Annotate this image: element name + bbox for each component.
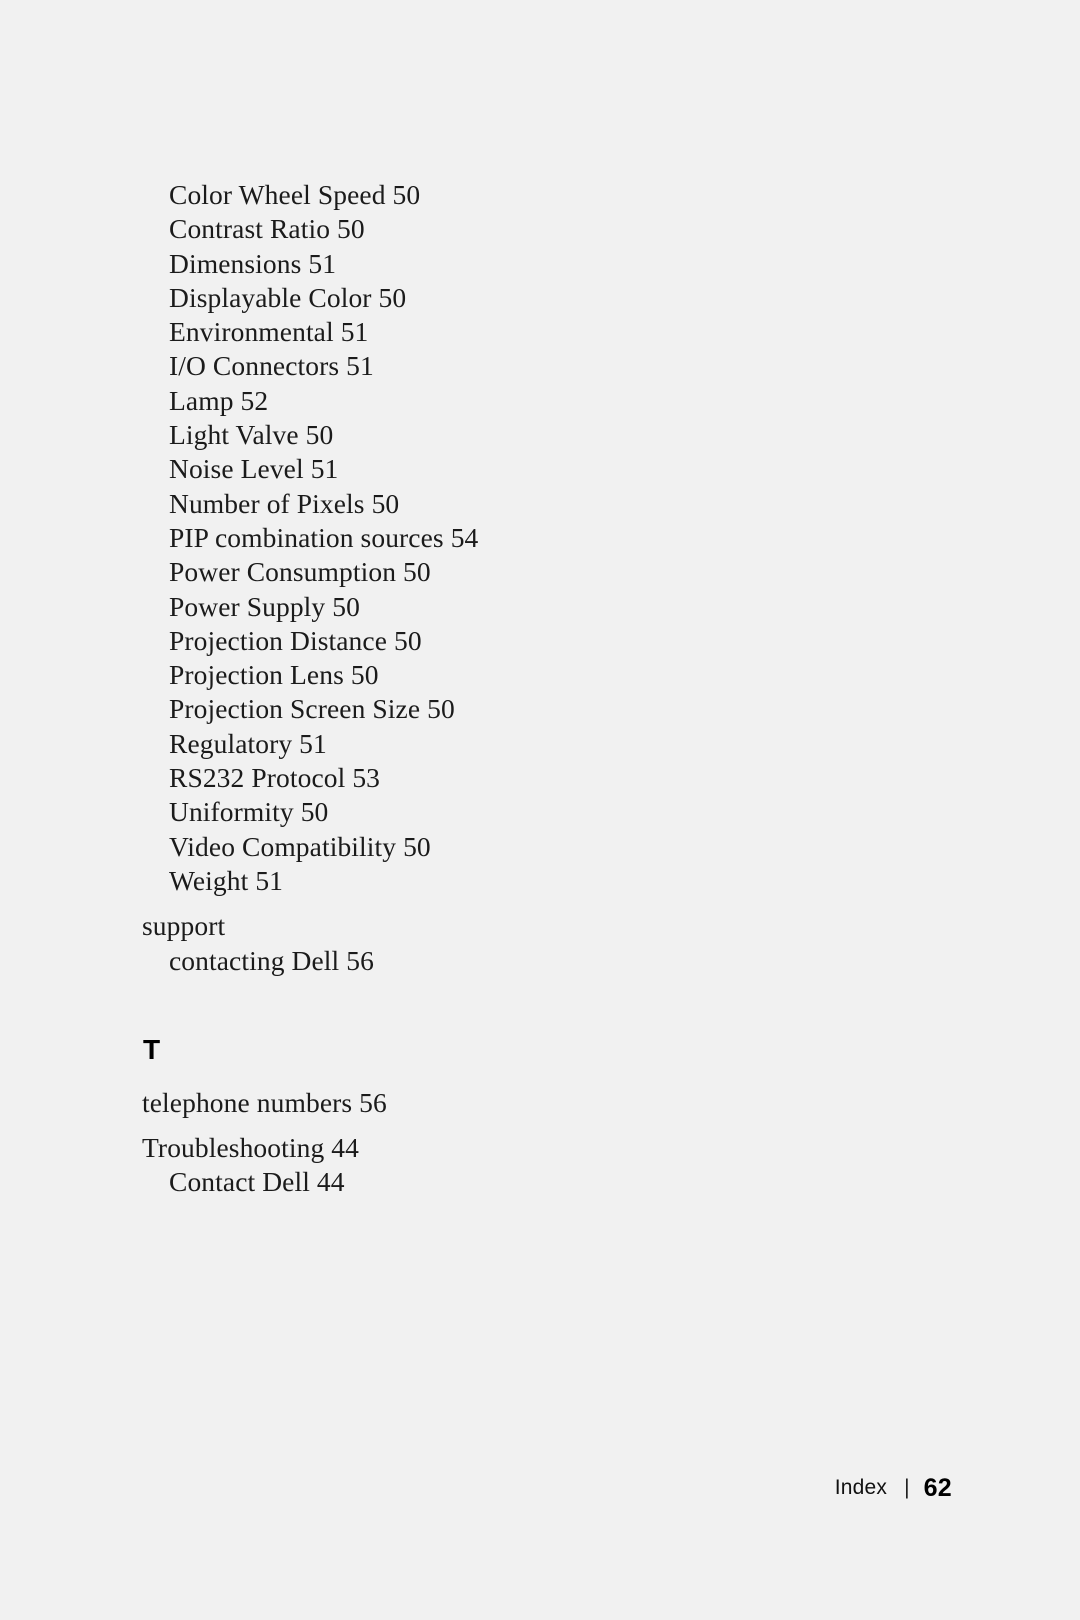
index-entry: Projection Distance 50 — [169, 624, 422, 656]
index-entry: Contrast Ratio 50 — [169, 213, 365, 245]
index-entry: Video Compatibility 50 — [169, 830, 431, 862]
index-entry: Projection Screen Size 50 — [169, 693, 455, 725]
index-entry: Power Consumption 50 — [169, 556, 431, 588]
index-entry: PIP combination sources 54 — [169, 521, 479, 553]
footer-page-number: 62 — [923, 1473, 952, 1502]
index-entry: support — [142, 910, 226, 942]
index-entry: Light Valve 50 — [169, 419, 334, 451]
index-entry: Weight 51 — [169, 864, 284, 896]
index-entry: contacting Dell 56 — [169, 944, 374, 976]
index-entry-list: Color Wheel Speed 50 Contrast Ratio 50 Dim… — [142, 178, 842, 1200]
index-entry: telephone numbers 56 — [142, 1086, 387, 1118]
index-entry: Troubleshooting 44 — [142, 1132, 359, 1164]
index-entry: Noise Level 51 — [169, 453, 339, 485]
index-entry: Displayable Color 50 — [169, 281, 407, 313]
index-entry: Uniformity 50 — [169, 796, 329, 828]
footer-section-label: Index — [834, 1476, 888, 1499]
footer-separator: | — [904, 1476, 910, 1499]
index-entry: Dimensions 51 — [169, 247, 337, 279]
index-letter-heading-t: T — [143, 1033, 161, 1065]
index-entry: Environmental 51 — [169, 316, 369, 348]
index-entry: Color Wheel Speed 50 — [169, 179, 421, 210]
index-entry: Contact Dell 44 — [169, 1166, 345, 1198]
index-entry: Number of Pixels 50 — [169, 487, 400, 519]
index-entries-before-letter: Color Wheel Speed 50 Contrast Ratio 50 Dim… — [142, 178, 842, 978]
index-entry: Projection Lens 50 — [169, 659, 379, 691]
index-entries-letter-t: telephone numbers 56 Troubleshooting 44 Co… — [142, 1086, 842, 1200]
document-page: Color Wheel Speed 50 Contrast Ratio 50 Dim… — [0, 0, 1080, 1620]
index-entry: Lamp 52 — [169, 384, 269, 416]
index-entry: Regulatory 51 — [169, 727, 327, 759]
page-footer: Index | 62 — [0, 1468, 1080, 1508]
index-entry: RS232 Protocol 53 — [169, 762, 381, 794]
index-entry: Power Supply 50 — [169, 590, 360, 622]
index-entry: I/O Connectors 51 — [169, 350, 374, 382]
